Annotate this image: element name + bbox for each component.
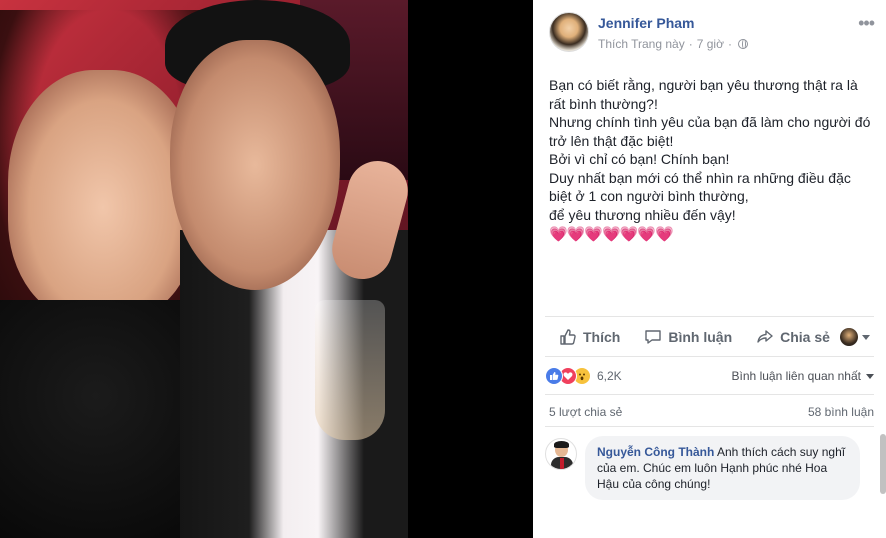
share-icon (757, 330, 773, 343)
chevron-down-icon (866, 373, 874, 379)
like-button[interactable]: Thích (559, 328, 620, 346)
post-photo[interactable] (0, 0, 408, 538)
divider-mid (545, 356, 874, 357)
divider-stats (545, 394, 874, 395)
stats-row: 5 lượt chia sẻ 58 bình luận (549, 405, 874, 419)
share-label: Chia sẻ (780, 329, 830, 345)
more-options-icon[interactable]: ••• (858, 14, 875, 32)
comment-count[interactable]: 58 bình luận (808, 405, 874, 419)
reactions-row: 6,2K Bình luận liên quan nhất (545, 365, 874, 387)
avatar-hair (554, 441, 569, 448)
comment-sort-label: Bình luận liên quan nhất (731, 369, 861, 383)
photo-champagne-glass (315, 300, 385, 440)
globe-icon (737, 39, 748, 49)
action-bar: Thích Bình luận Chia sẻ (545, 322, 874, 352)
comment-icon (645, 330, 662, 344)
scrollbar[interactable] (880, 434, 886, 494)
author-avatar[interactable] (549, 12, 589, 52)
post-meta: Thích Trang này · 7 giờ · (598, 37, 748, 51)
comment-button[interactable]: Bình luận (644, 328, 732, 346)
thumbs-up-icon (560, 329, 576, 345)
comment-sort-dropdown[interactable]: Bình luận liên quan nhất (732, 369, 874, 383)
comment-bubble: Nguyễn Công Thành Anh thích cách suy ngh… (585, 436, 860, 500)
author-name[interactable]: Jennifer Pham (598, 15, 694, 31)
post-card: Jennifer Pham Thích Trang này · 7 giờ · … (533, 0, 886, 538)
comment-label: Bình luận (668, 329, 733, 345)
body-line: biệt ở 1 con người bình thường, (549, 188, 749, 204)
viewer-avatar (840, 328, 858, 346)
body-line: Bạn có biết rằng, người bạn yêu thương t… (549, 77, 858, 93)
divider-comments (545, 426, 874, 427)
meta-separator: · (688, 37, 693, 51)
post-header: Jennifer Pham Thích Trang này · 7 giờ · … (533, 0, 886, 62)
like-reaction-icon[interactable] (545, 367, 563, 385)
body-line: để yêu thương nhiều đến vậy! (549, 206, 736, 223)
body-line: Nhưng chính tình yêu của bạn đã làm cho … (549, 114, 871, 130)
chevron-down-icon (862, 334, 870, 340)
photo-woman-face (8, 70, 198, 320)
share-button[interactable]: Chia sẻ (756, 328, 830, 346)
viewer-selector[interactable] (840, 328, 870, 346)
like-label: Thích (583, 329, 621, 345)
share-count[interactable]: 5 lượt chia sẻ (549, 405, 622, 419)
post-body: Bạn có biết rằng, người bạn yêu thương t… (549, 76, 874, 245)
commenter-avatar[interactable] (545, 438, 577, 470)
body-line: rất bình thường?! (549, 95, 658, 112)
meta-separator-2: · (727, 37, 732, 51)
divider-top (545, 316, 874, 317)
body-line: trở lên thật đặc biệt! (549, 132, 674, 149)
body-line: Duy nhất bạn mới có thể nhìn ra những đi… (549, 169, 851, 186)
commenter-name[interactable]: Nguyễn Công Thành (597, 445, 714, 459)
post-time[interactable]: 7 giờ (697, 37, 724, 51)
heart-emojis: 💗💗💗💗💗💗💗 (549, 226, 674, 243)
body-line: Bởi vì chỉ có bạn! Chính bạn! (549, 151, 730, 167)
like-page-link[interactable]: Thích Trang này (598, 37, 685, 51)
photo-man-face (170, 40, 340, 290)
reaction-count[interactable]: 6,2K (597, 369, 622, 383)
avatar-tie (560, 458, 564, 469)
